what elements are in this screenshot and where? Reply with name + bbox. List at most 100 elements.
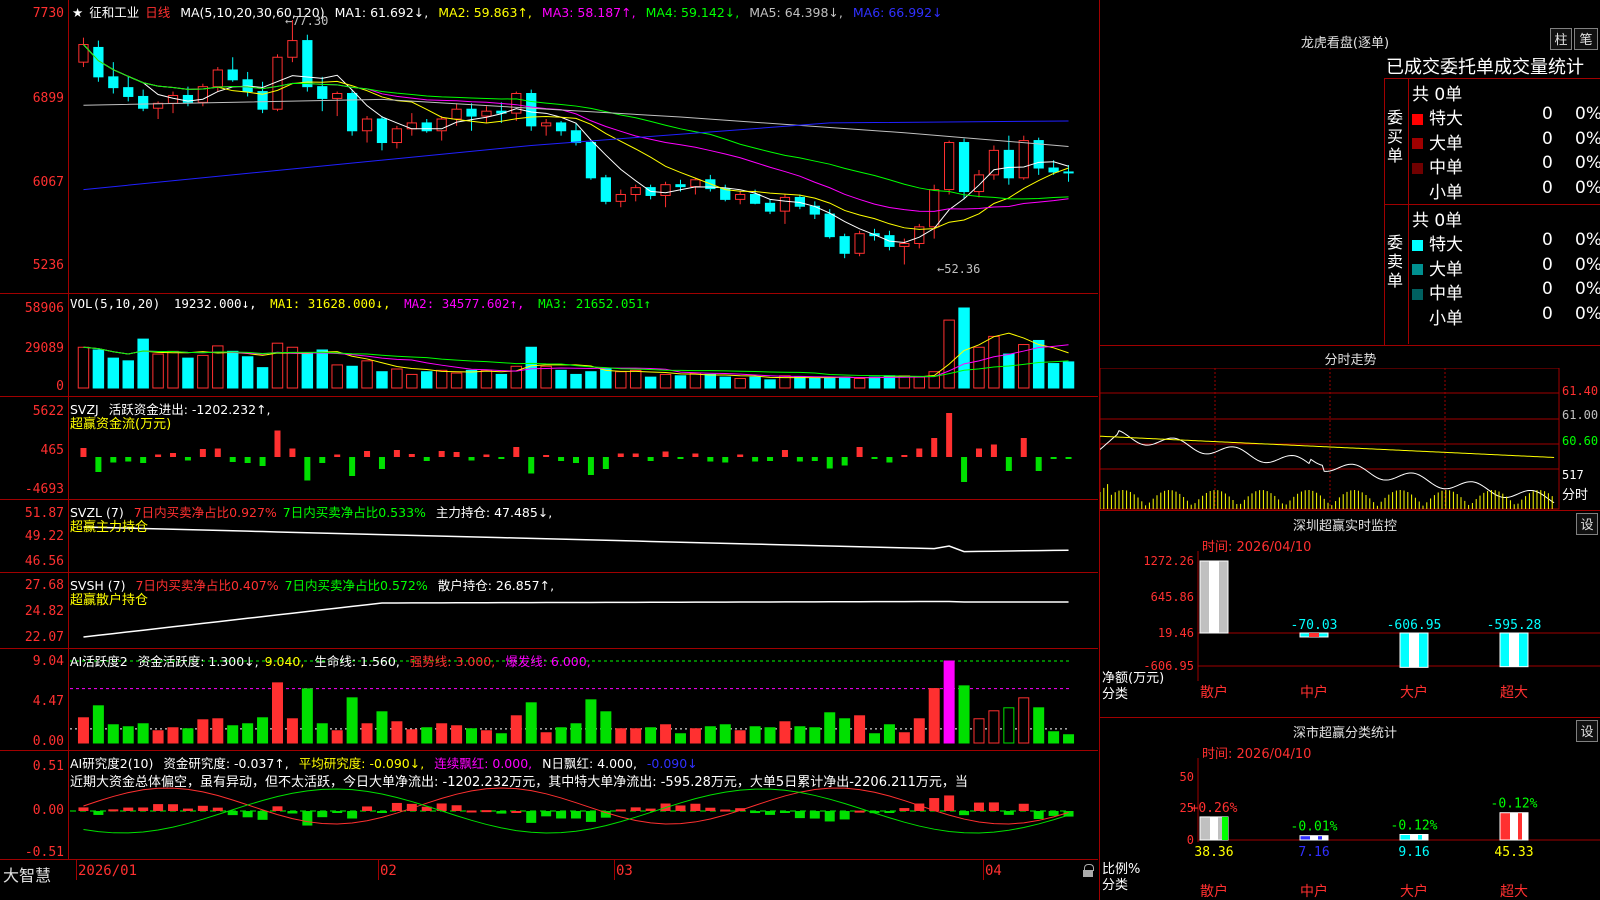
order-row: 大单 0 0% [1412,255,1600,280]
svzj-pane[interactable]: 5622 465 -4693 SVZJ 活跃资金进出: -1202.232↑, … [0,397,1098,500]
order-count: 0 [1542,254,1553,275]
candle [391,128,403,144]
activity-bar [600,711,612,744]
candle [675,184,686,188]
order-count: 0 [1542,104,1553,124]
activity-bar [77,717,89,744]
svzl-c: 主力持仓: 47.485↓, [435,505,553,520]
flow-bar [423,457,430,461]
research-bar [1048,811,1059,816]
order-pct: 0% [1575,230,1600,250]
volume-bar [376,371,388,389]
bar-category: 中户 [1300,684,1328,701]
research-bar [138,807,149,811]
bar-category: 大户 [1400,684,1428,701]
volume-bar [1062,361,1075,389]
star-icon[interactable]: ★ [72,5,83,20]
activity-bar [271,682,283,744]
axis-label: 51.87 [24,506,64,521]
flow-bar [916,448,923,457]
flow-bar [155,454,162,457]
tick-view-button[interactable]: 笔 [1574,28,1598,50]
research-bar [854,810,865,813]
research-bar [123,807,134,811]
flow-bar [393,450,400,457]
candle [824,213,835,238]
activity-bar [973,718,985,744]
research-bar [212,807,223,811]
research-bar [765,811,776,815]
activity-bar [839,718,851,744]
volume-bar [719,376,731,389]
candle [287,40,298,58]
bar-category: 超大 [1500,685,1528,701]
low-value: 52.36 [944,262,981,276]
bar-category: 散户 [1200,684,1228,701]
volume-bar [988,335,1000,389]
volume-bar [629,369,642,389]
volume-bar [182,357,194,389]
class-bar-inner [1210,816,1218,840]
order-row: 特大 0 0% [1412,104,1600,129]
class-bar-edge [1322,835,1328,840]
activity-bar [167,727,179,744]
stock-name[interactable]: 征和工业 [89,5,139,20]
activity-bar [197,719,209,744]
ai1-c: 生命线: 1.560, [314,654,400,669]
volume-pane[interactable]: 58906 29089 0 VOL(5,10,20) 19232.000↓, M… [0,294,1098,397]
volume-bar [226,350,239,389]
volume-bar [764,379,776,389]
buy-total: 共 0单 [1412,85,1463,105]
svsh-pane[interactable]: 27.68 24.82 22.07 SVSH (7) 7日内买卖净占比0.407… [0,573,1098,649]
ma4-value: MA4: 59.142↓, [645,5,740,20]
volume-bar [495,373,508,389]
axis-label: -0.51 [24,845,64,860]
activity-bar [585,699,597,744]
ai2-c: 连续飘红: 0.000, [434,756,533,771]
svzl-pane[interactable]: 51.87 49.22 46.56 SVZL (7) 7日内买卖净占比0.927… [0,500,1098,573]
intraday-panel[interactable]: 分时走势 61.40 61.00 60.60 517 分时 [1099,346,1600,511]
ai-activity-legend: AI活跃度2 资金活跃度: 1.300↓, 9.040, 生命线: 1.560,… [70,651,597,670]
ai-research-pane[interactable]: 0.51 0.00 -0.51 AI研究度2(10) 资金研究度: -0.037… [0,751,1098,860]
research-bar [809,811,820,819]
sell-rows: 特大 0 0% 大单 0 0% 中单 0 0% 小单 0 0% [1412,230,1600,329]
activity-bar [257,717,269,744]
research-bar [272,806,283,811]
monitor-bar-inner [1409,633,1419,668]
class-settings-button[interactable]: 设 [1576,720,1598,742]
monitor-settings-button[interactable]: 设 [1576,513,1598,535]
candlestick-chart[interactable] [70,0,1098,293]
activity-bar [107,724,119,744]
bar-view-button[interactable]: 柱 [1550,28,1572,50]
monitor-chart: 1272.26 645.86 19.46 -606.95 1272.26 散户 -70.03… [1143,551,1600,701]
flow-bar [289,448,296,457]
volume-bar [435,369,448,389]
axis-label: 465 [40,443,64,458]
candle [570,130,582,144]
order-count: 0 [1542,153,1553,173]
order-size: 大单 [1429,259,1463,280]
flow-bar [722,457,729,463]
volume-bar [331,364,343,389]
vol-ma1: MA1: 31628.000↓, [270,296,391,311]
fs-vol-sub: 分时 [1562,488,1589,503]
intraday-avg-line [1100,435,1555,458]
class-chart: 7550250+0.26%38.36散户-0.01%7.16中户-0.12%9.… [1180,758,1600,900]
candle [929,189,940,228]
candle [346,93,358,132]
candle [212,69,223,88]
intraday-chart[interactable] [1100,368,1560,510]
kline-pane[interactable]: 7730 6899 6067 5236 ★ 征和工业 日线 MA(5,10,20… [0,0,1098,294]
flow-bar [677,457,684,459]
class-bar-edge [1522,812,1528,840]
volume-bar [674,375,687,389]
activity-bar [660,724,672,744]
volume-bar [570,373,582,389]
ai-activity-pane[interactable]: 9.04 4.47 0.00 AI活跃度2 资金活跃度: 1.300↓, 9.0… [0,649,1098,751]
period-label[interactable]: 日线 [145,5,170,20]
research-red-line [83,787,1069,825]
research-bar [526,811,537,823]
kline-plot[interactable] [70,0,1098,293]
volume-bar [391,368,403,389]
holding-line [83,600,1069,638]
